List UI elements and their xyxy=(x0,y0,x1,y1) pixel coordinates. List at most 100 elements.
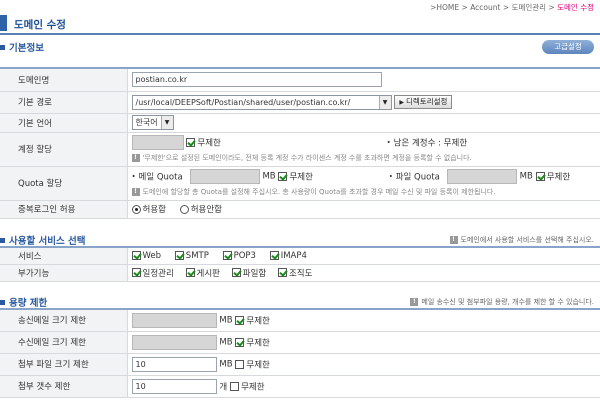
attach-size-unlimited-label: 무제한 xyxy=(246,360,270,370)
send-size-unlimited-label: 무제한 xyxy=(246,316,270,327)
section-title-basic: 기본정보 xyxy=(0,40,44,54)
remaining-accounts: 남은 계정수 : 무제한 xyxy=(393,138,468,149)
section-bullet-icon xyxy=(0,300,5,305)
language-label: 기본 언어 xyxy=(0,113,128,133)
file-quota-unlimited-checkbox[interactable] xyxy=(535,172,545,181)
services-table: 서비스 Web SMTP POP3 IMAP4 부가기능 일정관리 게시판 파일… xyxy=(0,246,600,282)
services-note: ! 도메인에서 사용할 서비스를 선택해 주십시오. xyxy=(449,235,594,245)
dup-login-allow-radio[interactable] xyxy=(131,204,141,214)
advanced-settings-button[interactable]: 고급설정 xyxy=(542,40,594,54)
section-title-capacity: 용량 제한 xyxy=(0,295,47,309)
accounts-note: ! '무제한'으로 설정된 도메인이라도, 전체 등록 계정 수가 라이센스 계정… xyxy=(131,153,600,163)
bullet-icon: • xyxy=(131,172,136,181)
addon-calendar-label: 일정관리 xyxy=(142,268,174,279)
breadcrumb-account[interactable]: Account xyxy=(470,3,500,12)
send-size-label: 송신메일 크기 제한 xyxy=(0,309,128,332)
row-addons: 부가기능 일정관리 게시판 파일함 조직도 xyxy=(0,264,600,282)
service-imap4-label: IMAP4 xyxy=(280,250,307,261)
row-quota: Quota 할당 • 메일 Quota MB 무제한 • 파일 Quota MB… xyxy=(0,166,600,201)
file-quota-unit: MB xyxy=(519,171,533,182)
row-services: 서비스 Web SMTP POP3 IMAP4 xyxy=(0,247,600,265)
accounts-unlimited-label: 무제한 xyxy=(197,138,221,149)
recv-size-label: 수신메일 크기 제한 xyxy=(0,331,128,354)
addon-board-label: 게시판 xyxy=(196,268,220,279)
services-label: 서비스 xyxy=(0,247,128,265)
row-dup-login: 중복로그인 허용 허용함 허용안함 xyxy=(0,200,600,219)
attach-count-input[interactable]: 10 xyxy=(131,378,217,394)
quota-label: Quota 할당 xyxy=(0,166,128,201)
addon-calendar-checkbox[interactable] xyxy=(131,268,141,277)
title-marker-icon xyxy=(0,15,7,31)
addon-filebox-checkbox[interactable] xyxy=(231,268,241,277)
file-quota-unlimited-label: 무제한 xyxy=(546,172,571,183)
language-value: 한국어 xyxy=(135,118,158,127)
directory-settings-button[interactable]: ▶ 디렉토리설정 xyxy=(394,95,453,109)
attach-count-unlimited-checkbox[interactable] xyxy=(230,381,240,391)
send-size-input[interactable] xyxy=(131,312,217,328)
mail-quota-input[interactable] xyxy=(189,169,260,184)
addon-orgchart-checkbox[interactable] xyxy=(277,268,287,277)
attach-count-unit: 개 xyxy=(219,382,228,392)
send-size-unit: MB xyxy=(219,315,233,326)
attach-count-label: 첨부 갯수 제한 xyxy=(0,375,128,398)
base-path-value: /usr/local/DEEPSoft/Postian/shared/user/… xyxy=(135,97,351,107)
service-pop3-checkbox[interactable] xyxy=(222,251,232,260)
capacity-table: 송신메일 크기 제한 MB 무제한 수신메일 크기 제한 MB 무제한 첨부 파… xyxy=(0,308,600,398)
addon-orgchart-label: 조직도 xyxy=(288,268,313,279)
accounts-label: 계정 할당 xyxy=(0,132,128,167)
row-send-size: 송신메일 크기 제한 MB 무제한 xyxy=(0,309,600,332)
info-icon: ! xyxy=(131,188,140,196)
recv-size-unlimited-checkbox[interactable] xyxy=(235,337,245,347)
addon-board-checkbox[interactable] xyxy=(185,268,195,277)
mail-quota-label: 메일 Quota xyxy=(138,172,183,183)
bullet-icon: • xyxy=(386,138,391,147)
section-title-services: 사용할 서비스 선택 xyxy=(0,233,86,247)
service-smtp-checkbox[interactable] xyxy=(174,251,184,260)
service-smtp-label: SMTP xyxy=(185,250,209,261)
addon-filebox-label: 파일함 xyxy=(242,268,267,279)
breadcrumb: >HOME > Account > 도메인관리 > 도메인 수정 xyxy=(430,3,594,12)
service-imap4-checkbox[interactable] xyxy=(269,251,279,260)
file-quota-input[interactable] xyxy=(446,169,517,184)
row-language: 기본 언어 한국어 ▼ xyxy=(0,113,600,133)
attach-size-unlimited-checkbox[interactable] xyxy=(235,359,245,369)
section-bullet-icon xyxy=(0,238,5,243)
recv-size-input[interactable] xyxy=(131,334,217,350)
dup-login-deny-label: 허용안함 xyxy=(190,205,222,215)
attach-size-label: 첨부 파일 크기 제한 xyxy=(0,353,128,376)
breadcrumb-current: 도메인 수정 xyxy=(557,3,594,12)
domain-name-label: 도메인명 xyxy=(0,68,128,92)
language-select[interactable]: 한국어 ▼ xyxy=(131,115,174,130)
breadcrumb-domain-mgmt[interactable]: 도메인관리 xyxy=(512,3,547,12)
info-icon: ! xyxy=(131,154,140,162)
send-size-unlimited-checkbox[interactable] xyxy=(235,315,245,325)
row-accounts: 계정 할당 무제한 • 남은 계정수 : 무제한 ! '무제한'으로 설정된 도메… xyxy=(0,132,600,167)
play-icon: ▶ xyxy=(399,99,404,106)
addons-label: 부가기능 xyxy=(0,264,128,282)
breadcrumb-home[interactable]: >HOME xyxy=(430,3,459,12)
row-recv-size: 수신메일 크기 제한 MB 무제한 xyxy=(0,331,600,354)
base-path-select[interactable]: /usr/local/DEEPSoft/Postian/shared/user/… xyxy=(131,94,392,110)
chevron-down-icon: ▼ xyxy=(378,95,391,109)
directory-settings-label: 디렉토리설정 xyxy=(406,97,448,106)
dup-login-deny-radio[interactable] xyxy=(179,204,189,214)
row-attach-size: 첨부 파일 크기 제한 10 MB 무제한 xyxy=(0,353,600,376)
attach-count-unlimited-label: 무제한 xyxy=(241,382,265,392)
recv-size-unit: MB xyxy=(219,337,233,347)
row-base-path: 기본 경로 /usr/local/DEEPSoft/Postian/shared… xyxy=(0,91,600,114)
page-title: 도메인 수정 xyxy=(14,19,66,31)
service-web-checkbox[interactable] xyxy=(131,251,141,260)
mail-quota-unlimited-label: 무제한 xyxy=(289,172,313,183)
info-icon: ! xyxy=(449,236,458,244)
file-quota-label: 파일 Quota xyxy=(395,172,440,183)
quota-note: ! 도메인에 할당할 총 Quota를 설정해 주십시오. 총 사용량이 Quot… xyxy=(131,187,600,197)
recv-size-unlimited-label: 무제한 xyxy=(246,338,270,348)
page-title-bar: 도메인 수정 xyxy=(0,13,600,35)
section-bullet-icon xyxy=(0,45,5,50)
accounts-input[interactable] xyxy=(131,135,184,150)
attach-size-input[interactable]: 10 xyxy=(131,356,217,372)
service-web-label: Web xyxy=(142,250,162,261)
mail-quota-unlimited-checkbox[interactable] xyxy=(278,172,288,181)
domain-name-input[interactable]: postian.co.kr xyxy=(131,72,382,88)
accounts-unlimited-checkbox[interactable] xyxy=(186,138,196,147)
